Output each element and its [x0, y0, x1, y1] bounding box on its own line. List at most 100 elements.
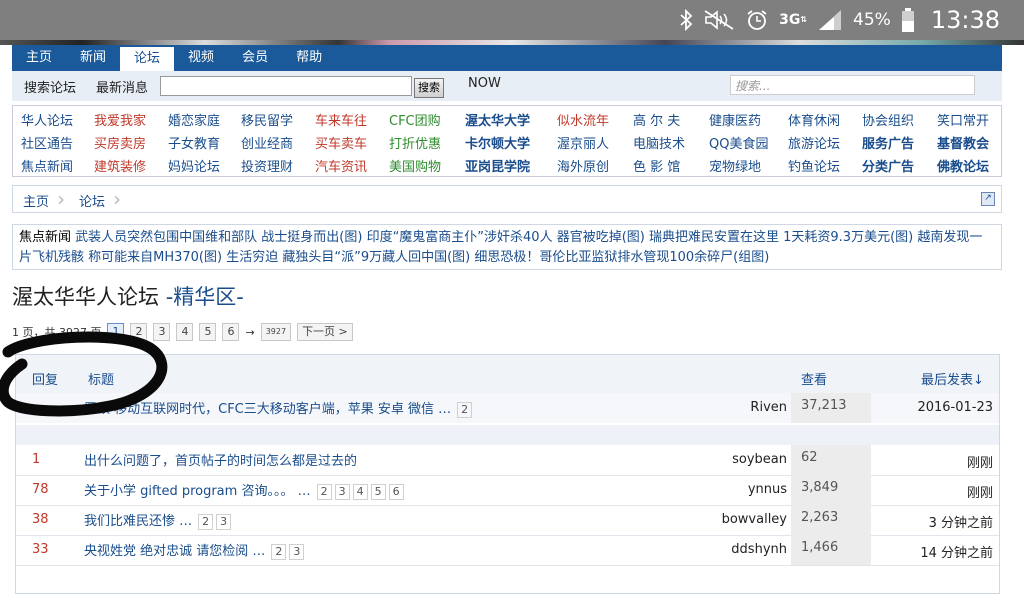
forum-categories: 华人论坛 我爱我家 婚恋家庭 移民留学 车来车往 CFC团购 渥太华大学 似水流…: [12, 105, 1002, 177]
category-link[interactable]: 宠物绿地: [709, 156, 761, 175]
thread-page-link[interactable]: 3: [289, 544, 305, 560]
category-link[interactable]: 健康医药: [709, 110, 761, 129]
category-link[interactable]: 创业经商: [241, 133, 293, 152]
thread-page-link[interactable]: 3: [216, 514, 232, 530]
thread-page-link[interactable]: 2: [316, 484, 332, 500]
header-last-post[interactable]: 最后发表↓: [921, 369, 984, 388]
category-link[interactable]: 色 影 馆: [633, 156, 680, 175]
category-link[interactable]: 电脑技术: [633, 133, 685, 152]
category-link[interactable]: 海外原创: [557, 156, 609, 175]
next-page-button[interactable]: 下一页 >: [297, 323, 353, 341]
thread-page-link[interactable]: 4: [352, 484, 368, 500]
nav-tab-members[interactable]: 会员: [228, 45, 282, 71]
last-page-link[interactable]: 3927: [260, 323, 292, 341]
category-link[interactable]: 汽车资讯: [315, 156, 367, 175]
category-link[interactable]: 移民留学: [241, 110, 293, 129]
alarm-icon: [745, 8, 769, 32]
thread-views: 3,849: [791, 475, 871, 505]
category-link[interactable]: 协会组织: [862, 110, 914, 129]
category-link[interactable]: 焦点新闻: [21, 156, 73, 175]
category-link[interactable]: 买房卖房: [94, 133, 146, 152]
header-title[interactable]: 标题: [88, 369, 114, 388]
thread-page-link[interactable]: 2: [457, 402, 473, 418]
pager-arrow-icon: →: [245, 325, 255, 339]
thread-date: 14 分钟之前: [920, 546, 993, 561]
category-link[interactable]: 卡尔顿大学: [465, 133, 530, 152]
category-link[interactable]: 旅游论坛: [788, 133, 840, 152]
category-link[interactable]: 投资理财: [241, 156, 293, 175]
category-link[interactable]: 笑口常开: [937, 110, 989, 129]
table-row[interactable]: 33 央视姓党 绝对忠诚 请您检阅 … 23 ddshynh 1,466 14 …: [16, 535, 999, 565]
category-link[interactable]: 买车卖车: [315, 133, 367, 152]
page-link[interactable]: 6: [222, 323, 240, 341]
header-replies[interactable]: 回复: [32, 369, 58, 388]
thread-page-link[interactable]: 2: [271, 544, 287, 560]
category-link[interactable]: 佛教论坛: [937, 156, 989, 175]
category-link[interactable]: 打折优惠: [389, 133, 441, 152]
category-link[interactable]: 亚岗昆学院: [465, 156, 530, 175]
thread-author[interactable]: ddshynh: [731, 542, 787, 557]
table-row[interactable]: 1 出什么问题了，首页帖子的时间怎么都是过去的 soybean 62 刚刚: [16, 445, 999, 475]
category-link[interactable]: 钓鱼论坛: [788, 156, 840, 175]
thread-author[interactable]: Riven: [750, 400, 787, 415]
search-forum-link[interactable]: 搜索论坛: [24, 77, 76, 96]
thread-author[interactable]: bowvalley: [722, 512, 787, 527]
nav-tab-help[interactable]: 帮助: [282, 45, 336, 71]
thread-page-link[interactable]: 3: [334, 484, 350, 500]
category-link[interactable]: 婚恋家庭: [168, 110, 220, 129]
category-link[interactable]: QQ美食园: [709, 133, 768, 152]
category-link[interactable]: 高 尔 夫: [633, 110, 680, 129]
category-link[interactable]: 渥京丽人: [557, 133, 609, 152]
table-row[interactable]: 78 关于小学 gifted program 咨询。。。 … 23456 ynn…: [16, 475, 999, 505]
nav-tab-news[interactable]: 新闻: [66, 45, 120, 71]
page-link[interactable]: 2: [130, 323, 148, 341]
category-link[interactable]: 子女教育: [168, 133, 220, 152]
category-link[interactable]: 车来车往: [315, 110, 367, 129]
thread-title[interactable]: 关于小学 gifted program 咨询。。。 … 23456: [84, 480, 407, 500]
category-link[interactable]: 体育休闲: [788, 110, 840, 129]
thread-page-link[interactable]: 2: [198, 514, 214, 530]
search-button[interactable]: 搜索: [414, 78, 444, 98]
external-link-icon[interactable]: ↗: [981, 192, 995, 206]
table-row-pinned[interactable]: 置顶 移动互联网时代，CFC三大移动客户端，苹果 安卓 微信 … 2 Riven …: [16, 393, 999, 423]
thread-date: 3 分钟之前: [928, 516, 993, 531]
category-link[interactable]: 华人论坛: [21, 110, 73, 129]
table-row[interactable]: 38 我们比难民还惨 … 23 bowvalley 2,263 3 分钟之前: [16, 505, 999, 535]
category-link[interactable]: 似水流年: [557, 110, 609, 129]
header-views[interactable]: 查看: [801, 369, 827, 388]
focus-news-headlines[interactable]: 武装人员突然包围中国维和部队 战士挺身而出(图) 印度“魔鬼富商主仆”涉奸杀40…: [19, 230, 982, 265]
site-search-input[interactable]: 搜索...: [730, 75, 975, 95]
thread-page-link[interactable]: 6: [388, 484, 404, 500]
search-input[interactable]: [160, 76, 412, 96]
category-link[interactable]: 渥太华大学: [465, 110, 530, 129]
category-link[interactable]: 妈妈论坛: [168, 156, 220, 175]
page-title-main: 渥太华华人论坛: [12, 285, 166, 309]
thread-author[interactable]: ynnus: [748, 482, 787, 497]
latest-news-link[interactable]: 最新消息: [96, 77, 148, 96]
page-title-sub[interactable]: -精华区-: [166, 285, 244, 309]
category-link[interactable]: 社区通告: [21, 133, 73, 152]
category-link[interactable]: 建筑装修: [94, 156, 146, 175]
category-link[interactable]: 基督教会: [937, 133, 989, 152]
nav-tab-forum[interactable]: 论坛: [120, 47, 175, 71]
breadcrumb-forum[interactable]: 论坛: [79, 191, 105, 210]
nav-tab-home[interactable]: 主页: [12, 45, 66, 71]
category-link[interactable]: 美国购物: [389, 156, 441, 175]
thread-title[interactable]: 置顶 移动互联网时代，CFC三大移动客户端，苹果 安卓 微信 … 2: [84, 398, 475, 418]
thread-page-link[interactable]: 5: [370, 484, 386, 500]
category-link[interactable]: 我爱我家: [94, 110, 146, 129]
breadcrumb-home[interactable]: 主页: [23, 191, 49, 210]
thread-title[interactable]: 出什么问题了，首页帖子的时间怎么都是过去的: [84, 450, 357, 470]
category-link[interactable]: 分类广告: [862, 156, 914, 175]
thread-title[interactable]: 央视姓党 绝对忠诚 请您检阅 … 23: [84, 540, 307, 560]
category-link[interactable]: 服务广告: [862, 133, 914, 152]
page-link[interactable]: 4: [176, 323, 194, 341]
nav-tab-video[interactable]: 视频: [174, 45, 228, 71]
page-link[interactable]: 1: [107, 323, 125, 341]
thread-title[interactable]: 我们比难民还惨 … 23: [84, 510, 234, 530]
category-link[interactable]: CFC团购: [389, 110, 441, 129]
thread-date: 刚刚: [966, 456, 993, 471]
page-link[interactable]: 5: [199, 323, 217, 341]
thread-author[interactable]: soybean: [732, 452, 787, 467]
page-link[interactable]: 3: [153, 323, 171, 341]
